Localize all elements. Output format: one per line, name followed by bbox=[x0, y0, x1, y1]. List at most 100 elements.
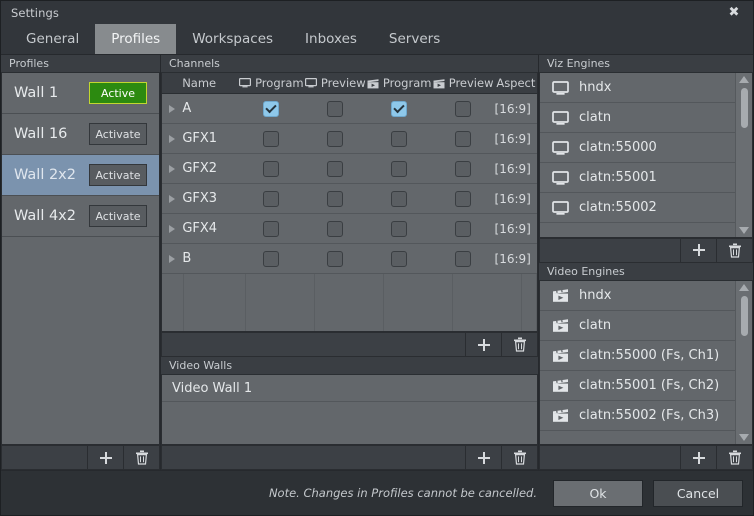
checkbox[interactable] bbox=[263, 100, 280, 117]
row-expander-cell[interactable] bbox=[162, 94, 182, 123]
list-item[interactable]: clatn:55000 bbox=[540, 133, 735, 163]
profile-active-button[interactable]: Active bbox=[89, 82, 147, 104]
add-profile-button[interactable] bbox=[87, 446, 123, 469]
checkbox[interactable] bbox=[390, 250, 407, 267]
cell-viz-preview[interactable] bbox=[303, 154, 367, 183]
scroll-down-icon[interactable] bbox=[739, 226, 749, 234]
checkbox[interactable] bbox=[454, 160, 471, 177]
delete-viz-engine-button[interactable] bbox=[716, 238, 752, 262]
tab-workspaces[interactable]: Workspaces bbox=[176, 24, 289, 54]
cell-video-preview[interactable] bbox=[431, 94, 495, 123]
list-item[interactable]: clatn bbox=[540, 103, 735, 133]
checkbox[interactable] bbox=[327, 130, 344, 147]
tab-profiles[interactable]: Profiles bbox=[95, 24, 177, 54]
cell-video-program[interactable] bbox=[367, 124, 431, 153]
cell-video-preview[interactable] bbox=[431, 214, 495, 243]
row-expander-cell[interactable] bbox=[162, 124, 182, 153]
list-item[interactable]: clatn:55002 bbox=[540, 193, 735, 223]
checkbox[interactable] bbox=[327, 250, 344, 267]
chevron-right-icon[interactable] bbox=[169, 224, 176, 233]
cell-viz-program[interactable] bbox=[240, 214, 304, 243]
list-item[interactable]: hndx bbox=[540, 73, 735, 103]
delete-channel-button[interactable] bbox=[501, 333, 537, 356]
cell-viz-preview[interactable] bbox=[303, 184, 367, 213]
checkbox[interactable] bbox=[263, 130, 280, 147]
checkbox[interactable] bbox=[327, 160, 344, 177]
col-video-preview[interactable]: Preview bbox=[431, 73, 494, 93]
col-viz-preview[interactable]: Preview bbox=[304, 73, 367, 93]
profile-activate-button[interactable]: Activate bbox=[89, 123, 147, 145]
cell-video-program[interactable] bbox=[367, 214, 431, 243]
cell-video-program[interactable] bbox=[367, 184, 431, 213]
list-item[interactable]: clatn:55001 (Fs, Ch2) bbox=[540, 371, 735, 401]
cell-video-preview[interactable] bbox=[431, 244, 495, 273]
tab-servers[interactable]: Servers bbox=[373, 24, 456, 54]
cell-video-program[interactable] bbox=[367, 94, 431, 123]
add-viz-engine-button[interactable] bbox=[680, 238, 716, 262]
list-item[interactable]: Video Wall 1 bbox=[162, 375, 537, 402]
table-row[interactable]: GFX1 [16:9] bbox=[162, 124, 537, 154]
cell-viz-program[interactable] bbox=[240, 154, 304, 183]
delete-video-wall-button[interactable] bbox=[501, 446, 537, 469]
table-row[interactable]: GFX3 [16:9] bbox=[162, 184, 537, 214]
cancel-button[interactable]: Cancel bbox=[653, 479, 743, 507]
col-viz-program[interactable]: Program bbox=[239, 73, 304, 93]
cell-video-program[interactable] bbox=[367, 244, 431, 273]
profile-row-wall-4x2[interactable]: Wall 4x2 Activate bbox=[2, 196, 159, 237]
scroll-up-icon[interactable] bbox=[739, 283, 749, 291]
checkbox[interactable] bbox=[263, 250, 280, 267]
row-expander-cell[interactable] bbox=[162, 184, 182, 213]
tab-inboxes[interactable]: Inboxes bbox=[289, 24, 373, 54]
checkbox[interactable] bbox=[454, 130, 471, 147]
table-row[interactable]: B [16:9] bbox=[162, 244, 537, 274]
checkbox[interactable] bbox=[263, 160, 280, 177]
table-row[interactable]: GFX2 [16:9] bbox=[162, 154, 537, 184]
scroll-thumb[interactable] bbox=[740, 295, 748, 336]
checkbox[interactable] bbox=[454, 190, 471, 207]
checkbox[interactable] bbox=[263, 190, 280, 207]
chevron-right-icon[interactable] bbox=[169, 164, 176, 173]
cell-viz-program[interactable] bbox=[240, 94, 304, 123]
ok-button[interactable]: Ok bbox=[553, 479, 643, 507]
list-item[interactable]: clatn:55000 (Fs, Ch1) bbox=[540, 341, 735, 371]
checkbox[interactable] bbox=[390, 100, 407, 117]
cell-viz-preview[interactable] bbox=[303, 244, 367, 273]
cell-viz-program[interactable] bbox=[240, 184, 304, 213]
list-item[interactable]: clatn:55001 bbox=[540, 163, 735, 193]
table-row[interactable]: GFX4 [16:9] bbox=[162, 214, 537, 244]
checkbox[interactable] bbox=[327, 100, 344, 117]
list-item[interactable]: clatn bbox=[540, 311, 735, 341]
checkbox[interactable] bbox=[454, 100, 471, 117]
add-channel-button[interactable] bbox=[465, 333, 501, 356]
checkbox[interactable] bbox=[327, 190, 344, 207]
scroll-thumb[interactable] bbox=[740, 88, 748, 128]
add-video-wall-button[interactable] bbox=[465, 446, 501, 469]
checkbox[interactable] bbox=[390, 220, 407, 237]
cell-viz-program[interactable] bbox=[240, 244, 304, 273]
cell-viz-preview[interactable] bbox=[303, 124, 367, 153]
chevron-right-icon[interactable] bbox=[169, 134, 176, 143]
col-name[interactable]: Name bbox=[182, 73, 239, 93]
profile-row-wall-16[interactable]: Wall 16 Activate bbox=[2, 114, 159, 155]
checkbox[interactable] bbox=[390, 130, 407, 147]
delete-profile-button[interactable] bbox=[123, 446, 159, 469]
scroll-track[interactable] bbox=[736, 292, 752, 434]
profile-row-wall-1[interactable]: Wall 1 Active bbox=[2, 73, 159, 114]
cell-viz-preview[interactable] bbox=[303, 94, 367, 123]
checkbox[interactable] bbox=[454, 250, 471, 267]
scroll-up-icon[interactable] bbox=[739, 76, 749, 83]
chevron-right-icon[interactable] bbox=[169, 254, 176, 263]
checkbox[interactable] bbox=[263, 220, 280, 237]
profile-activate-button[interactable]: Activate bbox=[89, 164, 147, 186]
list-item[interactable]: clatn:55002 (Fs, Ch3) bbox=[540, 401, 735, 431]
profile-row-wall-2x2[interactable]: Wall 2x2 Activate bbox=[2, 155, 159, 196]
cell-video-preview[interactable] bbox=[431, 154, 495, 183]
col-aspect[interactable]: Aspect bbox=[495, 73, 537, 93]
cell-video-preview[interactable] bbox=[431, 124, 495, 153]
row-expander-cell[interactable] bbox=[162, 214, 182, 243]
profile-activate-button[interactable]: Activate bbox=[89, 205, 147, 227]
row-expander-cell[interactable] bbox=[162, 244, 182, 273]
col-video-program[interactable]: Program bbox=[367, 73, 431, 93]
cell-viz-program[interactable] bbox=[240, 124, 304, 153]
add-video-engine-button[interactable] bbox=[680, 446, 716, 469]
